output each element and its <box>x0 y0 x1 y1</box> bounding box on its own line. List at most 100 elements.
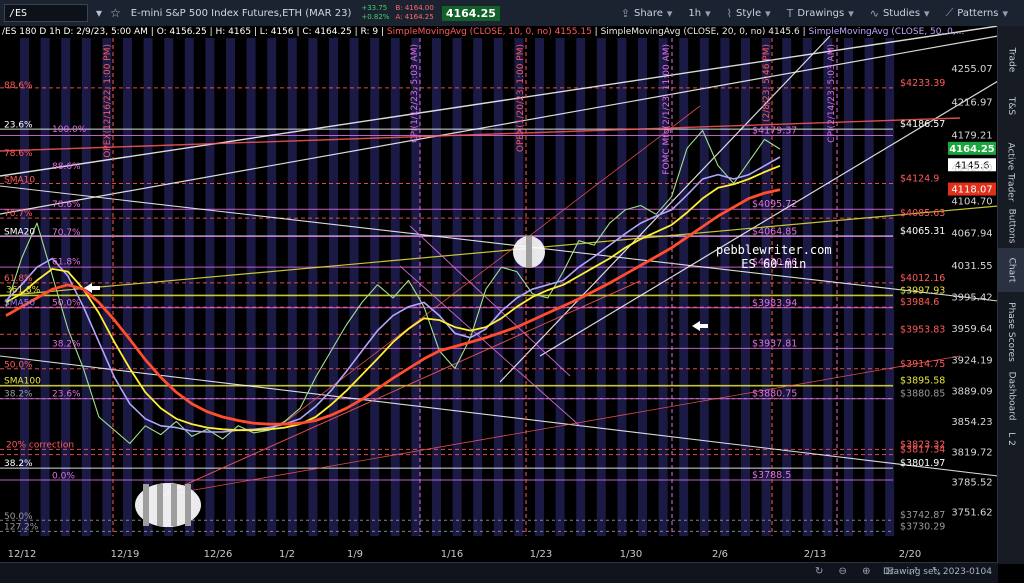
session-stripe <box>493 38 503 536</box>
session-stripe <box>308 38 318 536</box>
share-button[interactable]: ⇪ Share ▾ <box>621 7 673 20</box>
left-level-label: 50.0% <box>52 299 81 309</box>
highlight-stripe <box>157 484 163 526</box>
tab-level-2[interactable]: L 2 <box>998 424 1024 454</box>
share-icon: ⇪ <box>620 6 630 20</box>
left-level-label: 38.2% <box>4 389 33 399</box>
tab-dashboard[interactable]: Dashboard <box>998 366 1024 426</box>
price-chart[interactable]: OPEX(12/16/22, 1:00 PM) CPI(1/12/23, 5:03… <box>0 26 998 562</box>
price-label: $3742.87 <box>900 510 945 521</box>
y-tick-label: 3889.09 <box>951 386 992 397</box>
left-level-label: 78.6% <box>4 149 33 159</box>
tab-phase-scores[interactable]: Phase Scores <box>998 292 1024 372</box>
left-level-label: SMA20 <box>4 227 35 237</box>
x-tick-label: 2/13 <box>804 549 826 560</box>
left-level-label: 50.0% <box>4 512 33 522</box>
change-points: +33.75 <box>361 4 388 12</box>
right-side-panel: Trade T&S Active Trader Buttons Chart Ph… <box>997 26 1024 564</box>
session-stripe <box>452 38 462 536</box>
session-stripe <box>432 38 441 536</box>
x-tick-label: 2/6 <box>712 549 728 560</box>
patterns-button[interactable]: ⟋ Patterns ▾ <box>946 6 1008 20</box>
tab-time-and-sales[interactable]: T&S <box>998 86 1024 126</box>
y-tick-label: 3751.62 <box>951 508 992 519</box>
left-level-label: 61.8% <box>52 257 81 267</box>
x-tick-label: 1/30 <box>620 549 642 560</box>
left-level-label: 361.8% <box>6 285 41 295</box>
bottom-bar: ↻ ⊖ ⊕ ⊡ ⤢ ⤡ Drawing set: 2023-0104 <box>0 562 998 583</box>
top-toolbar: /ES ▾ ☆ E-mini S&P 500 Index Futures,ETH… <box>0 0 1024 27</box>
price-label: $3953.83 <box>900 324 945 335</box>
price-label: $4095.72 <box>752 199 797 210</box>
session-stripe <box>267 38 277 536</box>
x-tick-label: 1/16 <box>441 549 463 560</box>
watermark: pebblewriter.com ES 60-min <box>716 243 832 271</box>
session-stripe <box>802 38 812 536</box>
x-tick-label: 1/2 <box>279 549 295 560</box>
drawing-tool-icon: T <box>786 6 794 20</box>
y-tick-label: 3819.72 <box>951 448 992 459</box>
x-tick-label: 12/26 <box>204 549 233 560</box>
timeframe-button[interactable]: 1h ▾ <box>688 7 710 20</box>
session-stripe <box>287 38 297 536</box>
price-label: 4118.07 <box>951 185 992 196</box>
session-stripe <box>844 38 853 536</box>
highlight-stripe <box>143 484 149 526</box>
x-tick-label: 1/23 <box>530 549 552 560</box>
star-icon[interactable]: ☆ <box>110 6 121 20</box>
y-tick-label: 3995.42 <box>951 293 992 304</box>
bid-price: B: 4164.00 <box>395 4 434 12</box>
price-label: $3914.75 <box>900 359 945 370</box>
y-tick-label: 4255.07 <box>951 64 992 75</box>
style-button[interactable]: ⌇ Style ▾ <box>727 7 771 20</box>
price-label: $4085.63 <box>900 208 945 219</box>
session-stripe <box>576 38 586 536</box>
session-stripe <box>370 38 380 536</box>
price-label: $3997.93 <box>900 285 945 296</box>
left-level-label: 38.2% <box>4 459 33 469</box>
sma10-legend: SimpleMovingAvg (CLOSE, 10, 0, no) <box>386 27 552 37</box>
tab-chart[interactable]: Chart <box>998 248 1024 292</box>
y-tick-label: 3785.52 <box>951 478 992 489</box>
sma20-legend: SimpleMovingAvg (CLOSE, 20, 0, no) <box>600 27 766 37</box>
session-stripe <box>699 38 709 536</box>
drawing-set-label[interactable]: Drawing set: 2023-0104 <box>883 567 992 577</box>
session-stripe <box>329 38 338 536</box>
price-label: $4064.85 <box>752 226 797 237</box>
y-tick-label: 4104.70 <box>951 196 992 207</box>
share-label: Share <box>634 7 663 19</box>
drawings-button[interactable]: T Drawings ▾ <box>787 7 854 20</box>
ask-price: A: 4164.25 <box>395 13 434 21</box>
price-label: $4124.9 <box>900 174 939 185</box>
sma10-value: 4155.15 <box>554 27 592 37</box>
left-level-label: 20% correction <box>6 441 74 451</box>
style-label: Style <box>736 7 762 19</box>
chevron-down-icon: ▾ <box>705 6 711 20</box>
price-label: 4164.25 <box>949 144 995 155</box>
left-level-label: 88.6% <box>4 81 33 91</box>
x-tick-label: 1/9 <box>347 549 363 560</box>
left-level-label: SMA50 <box>4 299 35 309</box>
symbol-input[interactable]: /ES <box>4 4 88 22</box>
session-stripe <box>720 38 730 536</box>
y-tick-label: 3854.23 <box>951 417 992 428</box>
chart-legend: /ES 180 D 1h D: 2/9/23, 5:00 AM | O: 415… <box>2 27 965 37</box>
session-stripe <box>638 38 647 536</box>
studies-button[interactable]: ∿ Studies ▾ <box>870 7 930 20</box>
left-level-label: 100.0% <box>52 125 87 135</box>
price-label: $3880.85 <box>900 389 945 400</box>
price-label: $3788.5 <box>752 470 791 481</box>
dropdown-icon[interactable]: ▾ <box>96 6 102 20</box>
left-level-label: 61.8% <box>4 274 33 284</box>
chevron-down-icon: ▾ <box>1002 6 1008 20</box>
y-tick-label: 4031.55 <box>951 261 992 272</box>
event-label: (2/8/23, 5:46 PM) <box>762 44 772 122</box>
tab-trade[interactable]: Trade <box>998 40 1024 80</box>
chart-style-icon: ⌇ <box>726 6 732 20</box>
patterns-icon: ⟋ <box>945 6 954 19</box>
price-label: $4186.57 <box>900 119 945 130</box>
left-level-label: 70.7% <box>52 228 81 238</box>
event-label: CPI(1/12/23, 5:03 AM) <box>410 44 420 143</box>
tab-buttons[interactable]: Buttons <box>998 196 1024 256</box>
x-tick-label: 2/20 <box>899 549 921 560</box>
